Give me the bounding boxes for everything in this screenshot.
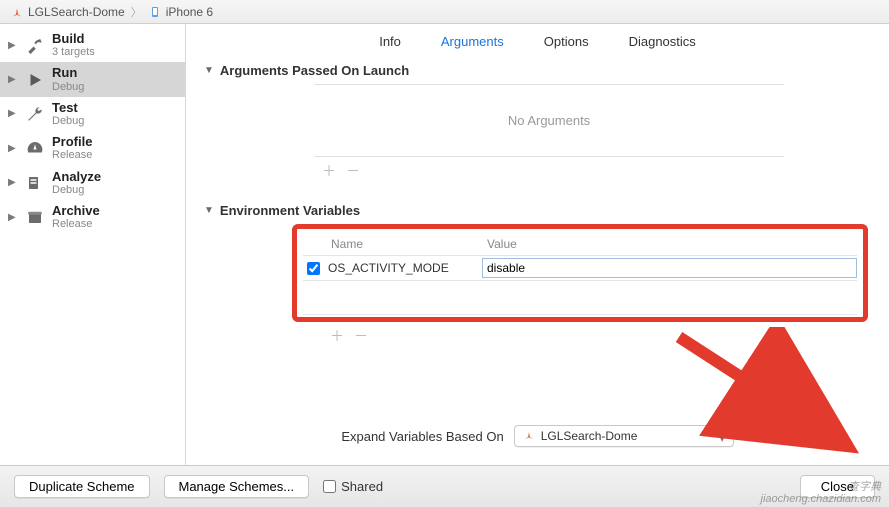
env-row[interactable]: OS_ACTIVITY_MODE [303, 255, 857, 281]
sidebar-item-label: Analyze [52, 170, 101, 184]
footer-bar: Duplicate Scheme Manage Schemes... Share… [0, 465, 889, 507]
sidebar-item-sub: Release [52, 218, 100, 230]
tab-info[interactable]: Info [379, 34, 401, 49]
project-icon [10, 5, 24, 19]
remove-env-button[interactable]: － [354, 326, 368, 346]
section-title: Environment Variables [220, 203, 360, 218]
environment-header[interactable]: ▼ Environment Variables [204, 197, 871, 224]
gauge-icon [24, 137, 46, 159]
analyze-icon [24, 172, 46, 194]
disclosure-triangle-icon[interactable]: ▶ [8, 74, 18, 85]
disclosure-triangle-icon[interactable]: ▶ [8, 108, 18, 119]
section-title: Arguments Passed On Launch [220, 63, 409, 78]
sidebar-item-label: Profile [52, 135, 92, 149]
expand-value: LGLSearch-Dome [541, 429, 638, 443]
project-icon [523, 429, 535, 444]
sidebar-item-sub: Debug [52, 81, 84, 93]
tab-arguments[interactable]: Arguments [441, 34, 504, 49]
disclosure-triangle-icon[interactable]: ▶ [8, 212, 18, 223]
sidebar-item-build[interactable]: ▶ Build3 targets [0, 28, 185, 62]
shared-checkbox[interactable]: Shared [323, 479, 383, 494]
shared-label: Shared [341, 479, 383, 494]
sidebar-item-label: Build [52, 32, 95, 46]
sidebar-item-sub: Debug [52, 184, 101, 196]
shared-checkbox-input[interactable] [323, 480, 336, 493]
arguments-section: ▼ Arguments Passed On Launch No Argument… [204, 57, 871, 185]
close-button[interactable]: Close [800, 475, 875, 498]
sidebar-item-test[interactable]: ▶ TestDebug [0, 97, 185, 131]
sidebar-item-label: Test [52, 101, 84, 115]
no-arguments-placeholder: No Arguments [314, 84, 784, 157]
expand-variables-row: Expand Variables Based On LGLSearch-Dome… [186, 411, 889, 465]
breadcrumb-project[interactable]: LGLSearch-Dome [28, 5, 125, 19]
sidebar-item-label: Archive [52, 204, 100, 218]
environment-section: ▼ Environment Variables Name Value OS_AC… [204, 197, 871, 346]
sidebar-item-profile[interactable]: ▶ ProfileRelease [0, 131, 185, 165]
env-name-cell[interactable]: OS_ACTIVITY_MODE [326, 261, 476, 275]
env-column-name: Name [331, 237, 487, 251]
wrench-icon [24, 103, 46, 125]
expand-target-popup[interactable]: LGLSearch-Dome ▴▾ [514, 425, 734, 447]
disclosure-down-icon: ▼ [204, 205, 214, 216]
duplicate-scheme-button[interactable]: Duplicate Scheme [14, 475, 150, 498]
updown-chevron-icon: ▴▾ [720, 428, 725, 444]
chevron-right-icon: 〉 [131, 4, 142, 20]
sidebar-item-sub: 3 targets [52, 46, 95, 58]
env-row-checkbox[interactable] [307, 262, 320, 275]
disclosure-down-icon: ▼ [204, 65, 214, 76]
archive-icon [24, 206, 46, 228]
breadcrumb-device[interactable]: iPhone 6 [166, 5, 213, 19]
env-column-value: Value [487, 237, 517, 251]
breadcrumb: LGLSearch-Dome 〉 iPhone 6 [0, 0, 889, 24]
scheme-sidebar: ▶ Build3 targets ▶ RunDebug ▶ TestDebug … [0, 24, 186, 465]
content-area: Info Arguments Options Diagnostics ▼ Arg… [186, 24, 889, 465]
arguments-header[interactable]: ▼ Arguments Passed On Launch [204, 57, 871, 84]
sidebar-item-archive[interactable]: ▶ ArchiveRelease [0, 200, 185, 234]
sidebar-item-run[interactable]: ▶ RunDebug [0, 62, 185, 96]
disclosure-triangle-icon[interactable]: ▶ [8, 40, 18, 51]
remove-argument-button[interactable]: － [346, 161, 360, 181]
sidebar-item-analyze[interactable]: ▶ AnalyzeDebug [0, 166, 185, 200]
manage-schemes-button[interactable]: Manage Schemes... [164, 475, 310, 498]
sidebar-item-label: Run [52, 66, 84, 80]
add-argument-button[interactable]: ＋ [322, 161, 336, 181]
tab-diagnostics[interactable]: Diagnostics [629, 34, 696, 49]
sidebar-item-sub: Debug [52, 115, 84, 127]
annotation-highlight: Name Value OS_ACTIVITY_MODE [292, 224, 868, 322]
device-icon [148, 5, 162, 19]
disclosure-triangle-icon[interactable]: ▶ [8, 143, 18, 154]
disclosure-triangle-icon[interactable]: ▶ [8, 177, 18, 188]
play-icon [24, 69, 46, 91]
add-env-button[interactable]: ＋ [330, 326, 344, 346]
sidebar-item-sub: Release [52, 149, 92, 161]
tab-bar: Info Arguments Options Diagnostics [186, 24, 889, 57]
env-value-input[interactable] [482, 258, 857, 278]
expand-label: Expand Variables Based On [341, 429, 503, 444]
tab-options[interactable]: Options [544, 34, 589, 49]
hammer-icon [24, 34, 46, 56]
